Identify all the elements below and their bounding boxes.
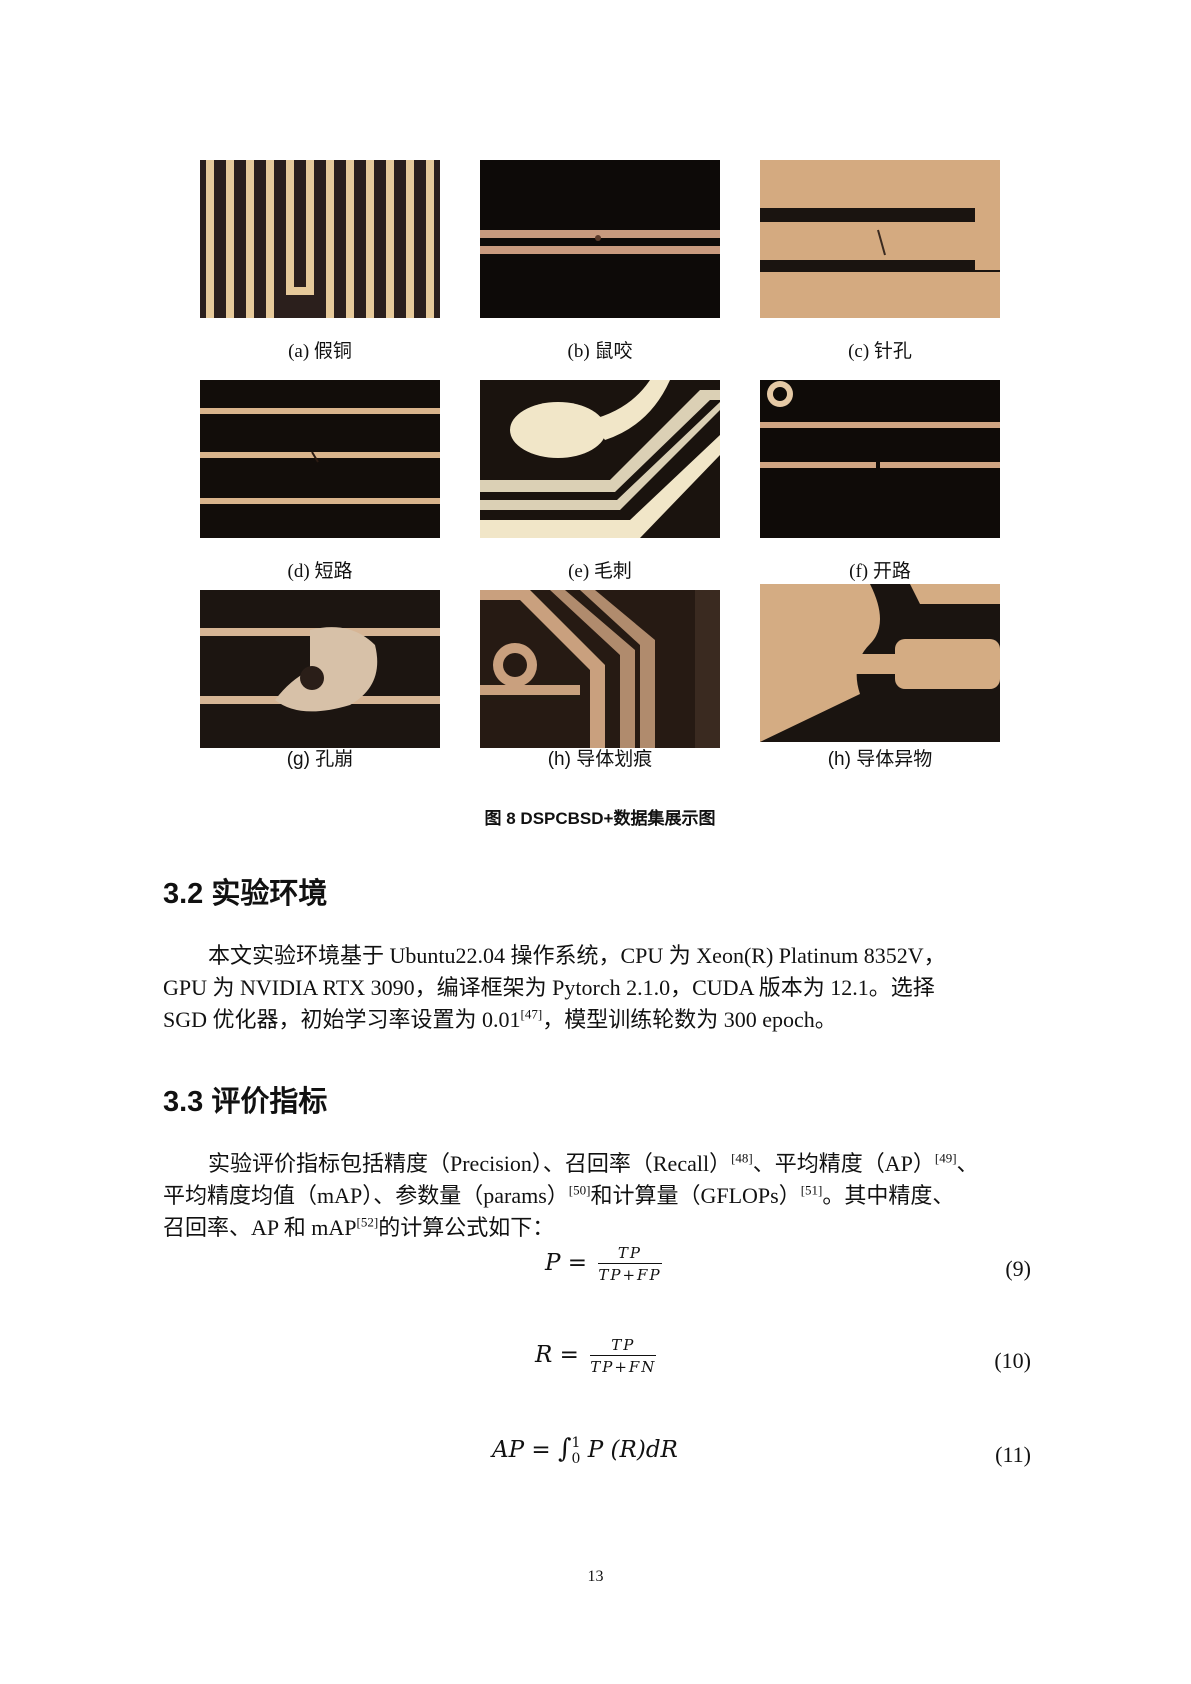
panel-d-image — [200, 380, 440, 538]
panel-i-caption: (h) 导体异物 — [827, 749, 933, 770]
open-circuit-image — [760, 380, 1000, 538]
figure-caption: 图 8 DSPCBSD+数据集展示图 — [484, 809, 716, 828]
para-line: SGD 优化器，初始学习率设置为 0.01[47]，模型训练轮数为 300 ep… — [163, 1004, 1043, 1036]
para-line: 平均精度均值（mAP）、参数量（params）[50]和计算量（GFLOPs）[… — [163, 1180, 1043, 1212]
mouse-bite-image — [480, 160, 720, 318]
panel-a-image — [200, 160, 440, 318]
text: 和计算量（GFLOPs） — [590, 1183, 801, 1208]
citation: [50] — [568, 1182, 591, 1198]
upper-limit: 1 — [571, 1435, 581, 1451]
integrand: P (R)dR — [587, 1437, 678, 1463]
panel-e-caption: (e) 毛刺 — [568, 561, 632, 582]
section-heading-3-3: 3.3 评价指标 — [163, 1086, 328, 1118]
citation: [48] — [731, 1150, 753, 1166]
panel-d-caption: (d) 短路 — [287, 561, 353, 582]
section-3-2-paragraph: 本文实验环境基于 Ubuntu22.04 操作系统，CPU 为 Xeon(R) … — [163, 940, 1043, 1036]
panel-i-image — [760, 584, 1000, 742]
denominator: TP+FN — [590, 1358, 657, 1376]
panel-g-image — [200, 590, 440, 748]
panel-f-image — [760, 380, 1000, 538]
panel-e-image — [480, 380, 720, 538]
equation-number-9: (9) — [1005, 1256, 1031, 1281]
equation-11: AP = ∫ 1 0 P (R)dR — [492, 1434, 678, 1467]
conductor-scratch-image — [480, 590, 720, 748]
pinhole-image — [760, 160, 1000, 318]
para-line: 本文实验环境基于 Ubuntu22.04 操作系统，CPU 为 Xeon(R) … — [208, 943, 946, 968]
panel-b-image — [480, 160, 720, 318]
text: SGD 优化器，初始学习率设置为 0.01 — [163, 1007, 521, 1032]
denominator: TP+FP — [598, 1266, 662, 1284]
numerator: TP — [598, 1244, 662, 1264]
equation-10: R = TP TP+FN — [535, 1336, 657, 1376]
text: 的计算公式如下： — [378, 1215, 555, 1240]
text: 、 — [956, 1151, 979, 1176]
section-heading-3-2: 3.2 实验环境 — [163, 878, 328, 910]
equation-number-10: (10) — [994, 1348, 1031, 1373]
eq-lhs: P = — [545, 1250, 588, 1276]
integral-sign: ∫ — [557, 1434, 572, 1464]
text: 平均精度均值（mAP）、参数量（params） — [163, 1183, 569, 1208]
citation: [52] — [356, 1214, 379, 1230]
panel-f-caption: (f) 开路 — [849, 561, 911, 582]
lower-limit: 0 — [571, 1451, 581, 1467]
equation-number-11: (11) — [995, 1442, 1031, 1467]
panel-g-caption: (g) 孔崩 — [286, 749, 354, 770]
text: 、平均精度（AP） — [752, 1151, 935, 1176]
panel-c-image — [760, 160, 1000, 318]
eq-lhs: R = — [535, 1342, 579, 1368]
citation: [51] — [800, 1182, 823, 1198]
section-3-3-paragraph: 实验评价指标包括精度（Precision）、召回率（Recall）[48]、平均… — [163, 1148, 1043, 1244]
short-circuit-image — [200, 380, 440, 538]
page-number: 13 — [587, 1568, 604, 1585]
integral-limits: 10 — [572, 1435, 581, 1467]
numerator: TP — [590, 1336, 657, 1356]
text: ，模型训练轮数为 300 epoch。 — [542, 1007, 837, 1032]
text: 实验评价指标包括精度（Precision）、召回率（Recall） — [208, 1151, 732, 1176]
fraction: TP TP+FP — [598, 1244, 662, 1284]
para-line: GPU 为 NVIDIA RTX 3090，编译框架为 Pytorch 2.1.… — [163, 975, 935, 1000]
eq-lhs: AP = — [492, 1437, 551, 1463]
burr-image — [480, 380, 720, 538]
panel-h-image — [480, 590, 720, 748]
citation: [49] — [934, 1150, 957, 1166]
fraction: TP TP+FN — [590, 1336, 657, 1376]
text: 。其中精度、 — [822, 1183, 955, 1208]
equation-9: P = TP TP+FP — [545, 1244, 662, 1284]
para-line: 实验评价指标包括精度（Precision）、召回率（Recall）[48]、平均… — [163, 1148, 1043, 1180]
panel-a-caption: (a) 假铜 — [288, 341, 352, 362]
fake-copper-image — [200, 160, 440, 318]
text: 召回率、AP 和 mAP — [163, 1215, 357, 1240]
foreign-matter-image — [760, 584, 1000, 742]
panel-h-caption: (h) 导体划痕 — [547, 749, 653, 770]
hole-break-image — [200, 590, 440, 748]
panel-b-caption: (b) 鼠咬 — [567, 341, 633, 362]
para-line: 召回率、AP 和 mAP[52]的计算公式如下： — [163, 1212, 1043, 1244]
citation: [47] — [520, 1006, 543, 1022]
panel-c-caption: (c) 针孔 — [848, 341, 912, 362]
